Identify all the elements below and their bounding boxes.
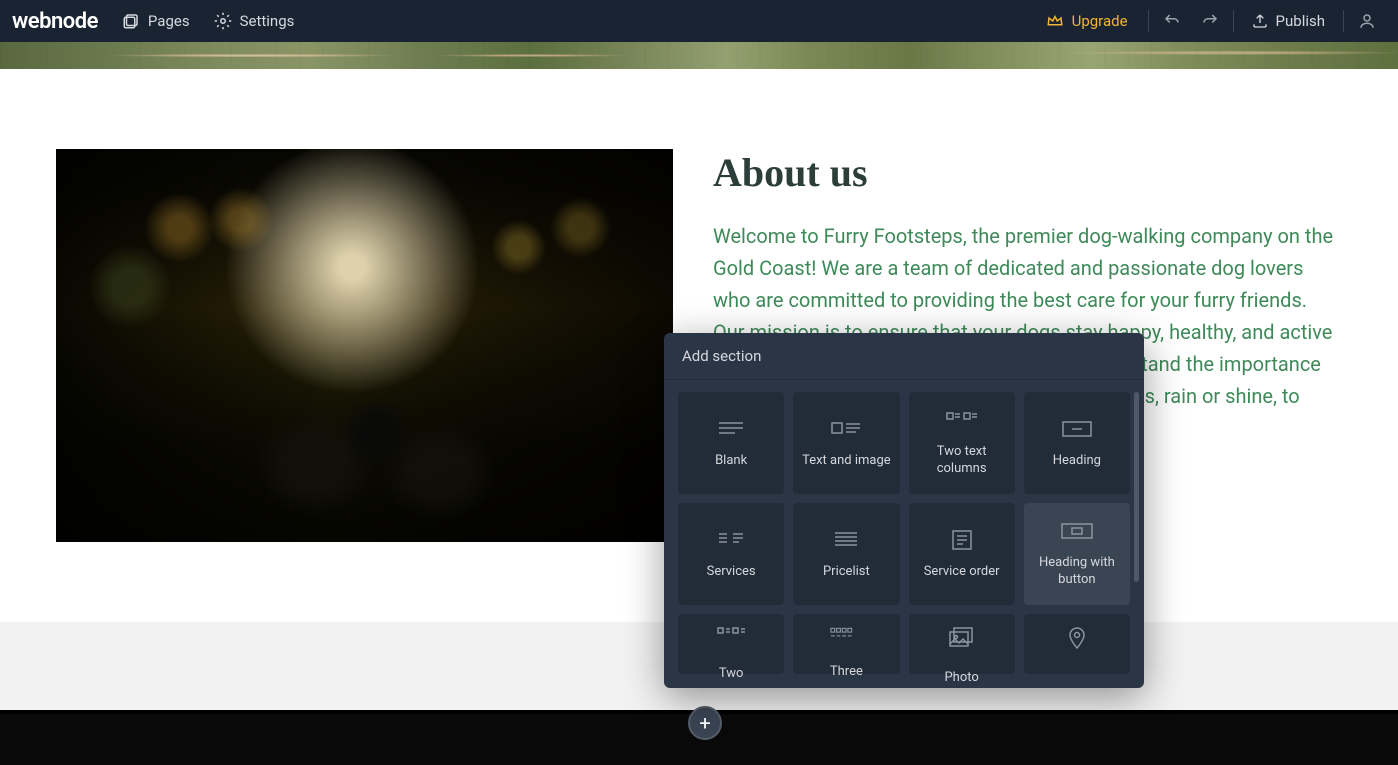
- option-label: Service order: [924, 564, 1000, 581]
- option-label: Two: [719, 666, 744, 681]
- pricelist-icon: [830, 528, 862, 552]
- topbar-right: Upgrade Publish: [1030, 10, 1386, 32]
- popup-scrollbar[interactable]: [1134, 392, 1139, 582]
- about-heading[interactable]: About us: [713, 149, 1342, 196]
- upload-icon: [1252, 13, 1268, 29]
- section-option-service-order[interactable]: Service order: [909, 503, 1015, 605]
- text-image-icon: [830, 417, 862, 441]
- pages-icon: [122, 12, 140, 30]
- topbar-left: webnode Pages Settings: [12, 9, 294, 34]
- settings-button[interactable]: Settings: [214, 12, 295, 30]
- add-section-button[interactable]: +: [688, 706, 722, 740]
- option-label: Three: [830, 664, 863, 679]
- logo-text: webnode: [12, 9, 98, 34]
- popup-grid: Blank Text and image Two text columns He…: [678, 392, 1130, 605]
- plus-icon: +: [699, 711, 710, 735]
- section-option-heading-button[interactable]: Heading with button: [1024, 503, 1130, 605]
- divider: [1343, 10, 1344, 32]
- popup-title: Add section: [664, 333, 1144, 380]
- popup-grid-row3: Two Three Photo: [678, 614, 1130, 674]
- section-option-two[interactable]: Two: [678, 614, 784, 674]
- gear-icon: [214, 12, 232, 30]
- section-option-heading[interactable]: Heading: [1024, 392, 1130, 494]
- upgrade-button[interactable]: Upgrade: [1030, 12, 1144, 30]
- option-label: Services: [707, 564, 756, 581]
- section-option-three[interactable]: Three: [793, 614, 899, 674]
- three-icon: [830, 626, 862, 642]
- option-label: Pricelist: [823, 564, 870, 581]
- services-icon: [715, 528, 747, 552]
- option-label: Text and image: [802, 453, 891, 470]
- hero-image-strip: [0, 42, 1398, 69]
- heading-button-icon: [1061, 519, 1093, 543]
- upgrade-label: Upgrade: [1072, 12, 1128, 30]
- option-label: Photo: [944, 670, 978, 685]
- settings-label: Settings: [240, 12, 295, 30]
- pages-label: Pages: [148, 12, 190, 30]
- two-cols-icon: [946, 408, 978, 432]
- section-option-blank[interactable]: Blank: [678, 392, 784, 494]
- redo-icon: [1201, 12, 1219, 30]
- photo-icon: [946, 626, 978, 648]
- section-option-text-image[interactable]: Text and image: [793, 392, 899, 494]
- publish-button[interactable]: Publish: [1238, 12, 1339, 30]
- topbar: webnode Pages Settings Upgrade Publish: [0, 0, 1398, 42]
- popup-body: Blank Text and image Two text columns He…: [664, 380, 1144, 688]
- option-label: Heading with button: [1032, 555, 1122, 589]
- pages-button[interactable]: Pages: [122, 12, 190, 30]
- two-icon: [715, 626, 747, 644]
- option-label: Blank: [715, 453, 747, 470]
- divider: [1148, 10, 1149, 32]
- redo-button[interactable]: [1191, 12, 1229, 30]
- about-image[interactable]: [56, 149, 673, 542]
- blank-icon: [715, 417, 747, 441]
- section-option-services[interactable]: Services: [678, 503, 784, 605]
- add-section-popup: Add section Blank Text and image Two t: [664, 333, 1144, 688]
- heading-icon: [1061, 417, 1093, 441]
- person-icon: [1358, 12, 1376, 30]
- map-pin-icon: [1061, 626, 1093, 650]
- section-option-two-cols[interactable]: Two text columns: [909, 392, 1015, 494]
- service-order-icon: [946, 528, 978, 552]
- logo[interactable]: webnode: [12, 9, 98, 34]
- account-button[interactable]: [1348, 12, 1386, 30]
- undo-icon: [1163, 12, 1181, 30]
- section-option-map[interactable]: [1024, 614, 1130, 674]
- divider: [1233, 10, 1234, 32]
- publish-label: Publish: [1276, 12, 1325, 30]
- undo-button[interactable]: [1153, 12, 1191, 30]
- section-option-photo[interactable]: Photo: [909, 614, 1015, 674]
- option-label: Two text columns: [917, 444, 1007, 478]
- option-label: Heading: [1053, 453, 1101, 470]
- crown-icon: [1046, 12, 1064, 30]
- section-option-pricelist[interactable]: Pricelist: [793, 503, 899, 605]
